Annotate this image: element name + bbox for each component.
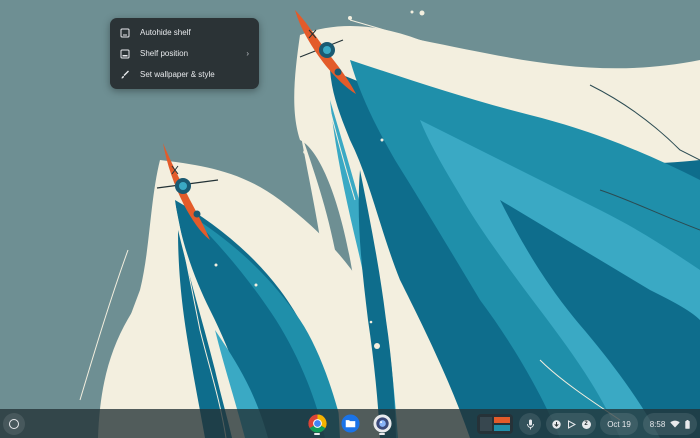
launcher-button[interactable] <box>3 413 25 435</box>
notification-count-badge: 2 <box>581 419 591 429</box>
autohide-shelf-icon <box>120 28 130 38</box>
shelf-position-icon <box>120 49 130 59</box>
shelf-context-menu: Autohide shelf Shelf position › Set wall… <box>110 18 259 89</box>
menu-item-label: Shelf position <box>140 49 189 58</box>
download-icon <box>551 419 561 429</box>
chrome-icon <box>307 413 327 433</box>
wifi-icon <box>670 420 680 428</box>
status-area[interactable]: 8:58 <box>643 413 697 435</box>
chevron-right-icon: › <box>246 49 249 58</box>
microphone-icon <box>526 419 534 429</box>
time-label: 8:58 <box>649 419 666 429</box>
menu-item-set-wallpaper[interactable]: Set wallpaper & style <box>110 64 259 85</box>
screenshot-thumbnail-icon <box>477 414 513 434</box>
launcher-icon <box>9 419 19 429</box>
camera-app-button[interactable] <box>372 413 392 433</box>
chrome-app-button[interactable] <box>307 413 327 433</box>
battery-icon <box>685 419 690 429</box>
menu-item-autohide-shelf[interactable]: Autohide shelf <box>110 22 259 43</box>
files-icon <box>340 413 360 433</box>
notification-tray[interactable]: 2 <box>546 413 596 435</box>
menu-item-label: Set wallpaper & style <box>140 70 215 79</box>
app-running-indicator <box>379 433 385 435</box>
play-store-icon <box>567 419 576 429</box>
date-tray[interactable]: Oct 19 <box>600 413 638 435</box>
files-app-button[interactable] <box>340 413 360 433</box>
holding-space-thumbnail[interactable] <box>477 414 513 434</box>
app-running-indicator <box>314 433 320 435</box>
camera-icon <box>372 413 392 433</box>
date-label: Oct 19 <box>607 419 631 429</box>
microphone-button[interactable] <box>519 413 541 435</box>
wallpaper <box>0 0 700 438</box>
menu-item-label: Autohide shelf <box>140 28 191 37</box>
paintbrush-icon <box>120 70 130 80</box>
menu-item-shelf-position[interactable]: Shelf position › <box>110 43 259 64</box>
